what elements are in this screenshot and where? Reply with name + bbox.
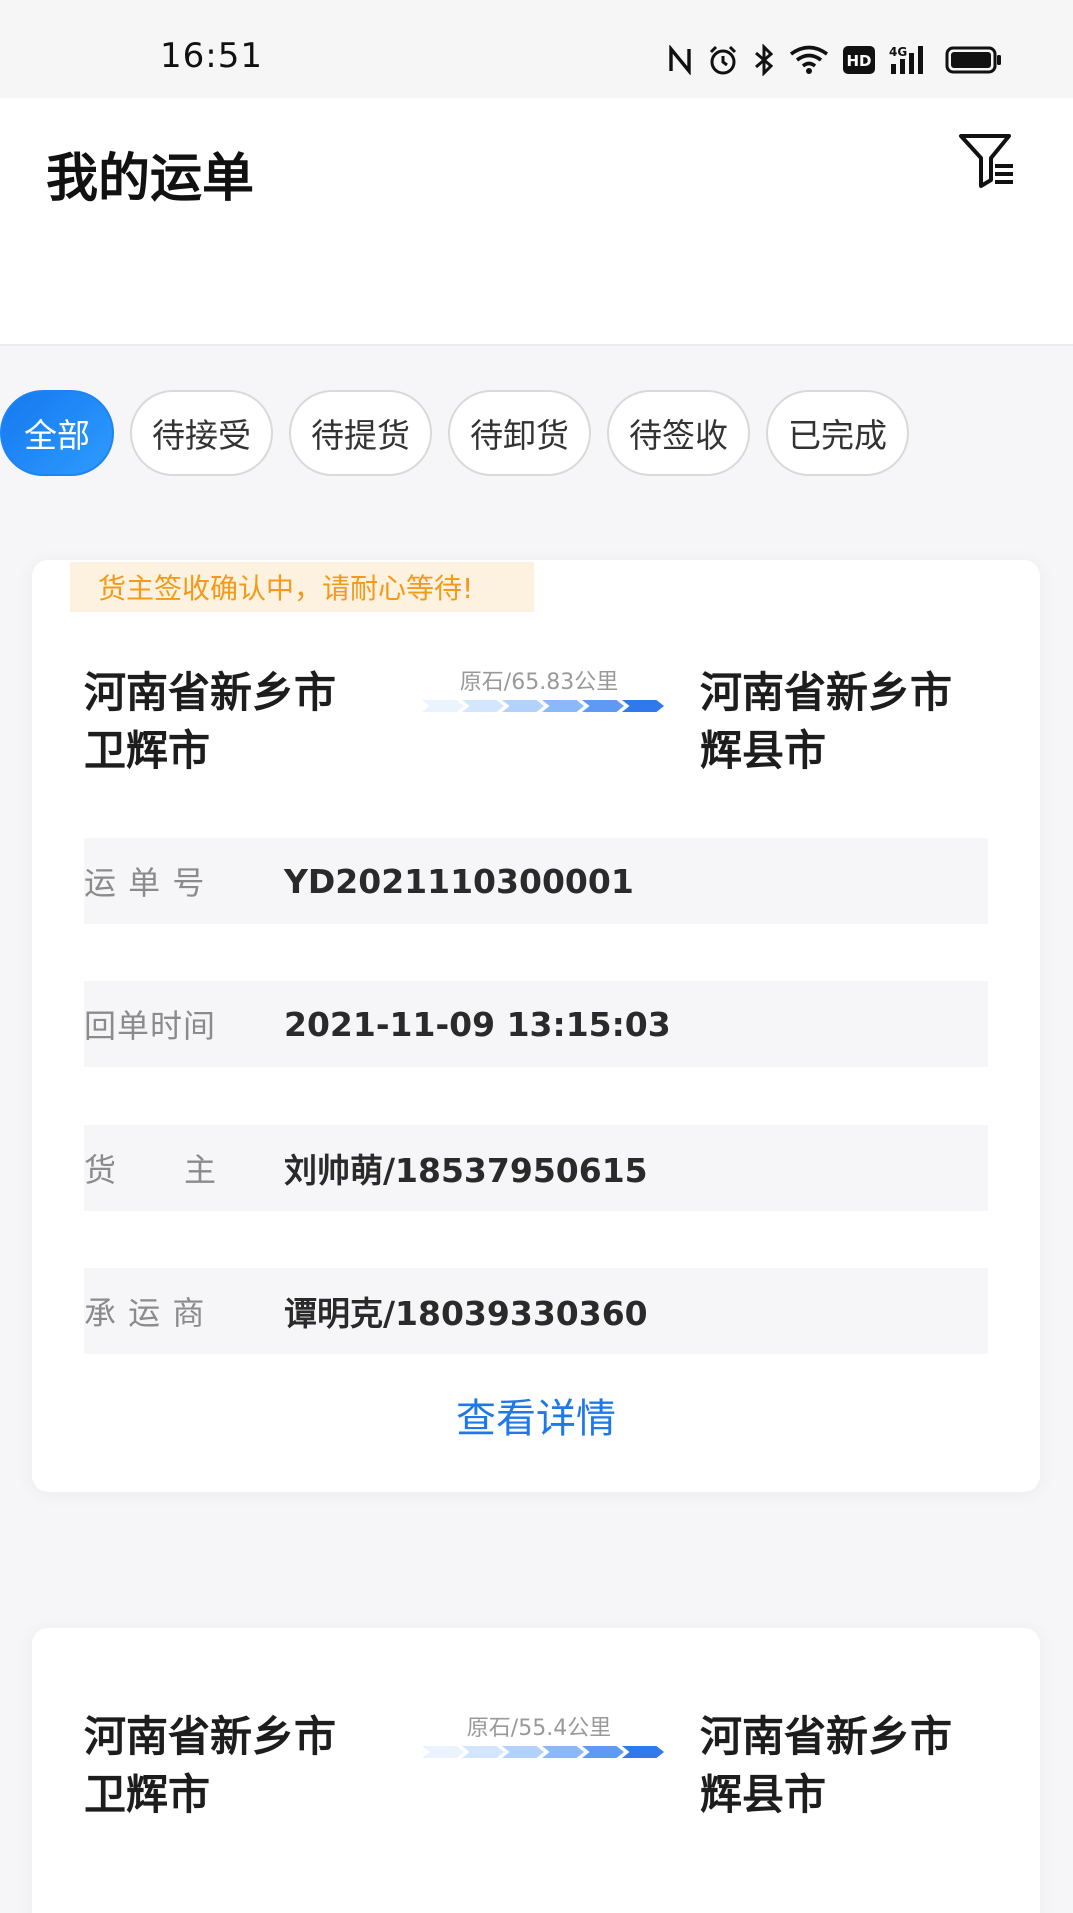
destination-city: 河南省新乡市 辉县市 <box>700 1712 953 1819</box>
bluetooth-icon <box>753 44 775 76</box>
hd-icon: HD <box>843 46 875 74</box>
info-label: 运 单 号 <box>84 864 206 902</box>
info-label: 回单时间 <box>84 1007 217 1045</box>
status-icons: HD 4G <box>667 40 1003 80</box>
info-value: 刘帅萌/18537950615 <box>284 1151 648 1190</box>
info-value: 谭明克/18039330360 <box>284 1294 648 1333</box>
route-indicator: 原石/65.83公里 <box>414 664 664 712</box>
route-indicator: 原石/55.4公里 <box>414 1710 664 1758</box>
page-title: 我的运单 <box>46 149 255 209</box>
info-value: YD2021110300001 <box>284 861 634 901</box>
order-card[interactable]: 货主签收确认中，请耐心等待! 河南省新乡市 卫辉市 原石/65.83公里 河南省… <box>32 560 1040 1492</box>
order-card[interactable]: 河南省新乡市 卫辉市 原石/55.4公里 河南省新乡市 辉县市 <box>32 1628 1040 1913</box>
tab-completed[interactable]: 已完成 <box>766 390 909 476</box>
info-value: 2021-11-09 13:15:03 <box>284 1004 671 1044</box>
receipt-time-row: 回单时间 2021-11-09 13:15:03 <box>84 981 988 1067</box>
carrier-row: 承 运 商 谭明克/18039330360 <box>84 1268 988 1354</box>
route-arrow-icon <box>422 1746 664 1758</box>
tab-pending-unload[interactable]: 待卸货 <box>448 390 591 476</box>
battery-icon <box>945 45 1003 75</box>
info-label: 承 运 商 <box>84 1294 206 1332</box>
tab-all[interactable]: 全部 <box>0 390 114 476</box>
filter-icon <box>957 130 1017 194</box>
status-tabs: 全部 待接受 待提货 待卸货 待签收 已完成 <box>0 390 925 476</box>
origin-city: 河南省新乡市 卫辉市 <box>84 1712 337 1819</box>
tab-pending-sign[interactable]: 待签收 <box>607 390 750 476</box>
waybill-number-row: 运 单 号 YD2021110300001 <box>84 838 988 924</box>
network-label: 4G <box>889 45 907 59</box>
route-arrow-icon <box>422 700 664 712</box>
status-notice: 货主签收确认中，请耐心等待! <box>70 562 534 612</box>
status-time: 16:51 <box>160 36 263 76</box>
alarm-icon <box>707 44 739 76</box>
destination-city: 河南省新乡市 辉县市 <box>700 668 953 775</box>
tab-pending-pickup[interactable]: 待提货 <box>289 390 432 476</box>
nfc-icon <box>667 45 693 75</box>
status-bar: 16:51 HD 4G <box>0 0 1073 98</box>
filter-button[interactable] <box>953 128 1021 196</box>
shipper-row: 货 主 刘帅萌/18537950615 <box>84 1125 988 1211</box>
origin-city: 河南省新乡市 卫辉市 <box>84 668 337 775</box>
route-distance: 原石/55.4公里 <box>466 1716 612 1741</box>
hd-label: HD <box>846 52 871 70</box>
tab-pending-accept[interactable]: 待接受 <box>130 390 273 476</box>
route-distance: 原石/65.83公里 <box>459 670 619 695</box>
signal-4g-icon: 4G <box>889 44 931 76</box>
wifi-icon <box>789 45 829 75</box>
info-label: 货 主 <box>84 1151 218 1189</box>
view-details-link[interactable]: 查看详情 <box>32 1386 1040 1444</box>
